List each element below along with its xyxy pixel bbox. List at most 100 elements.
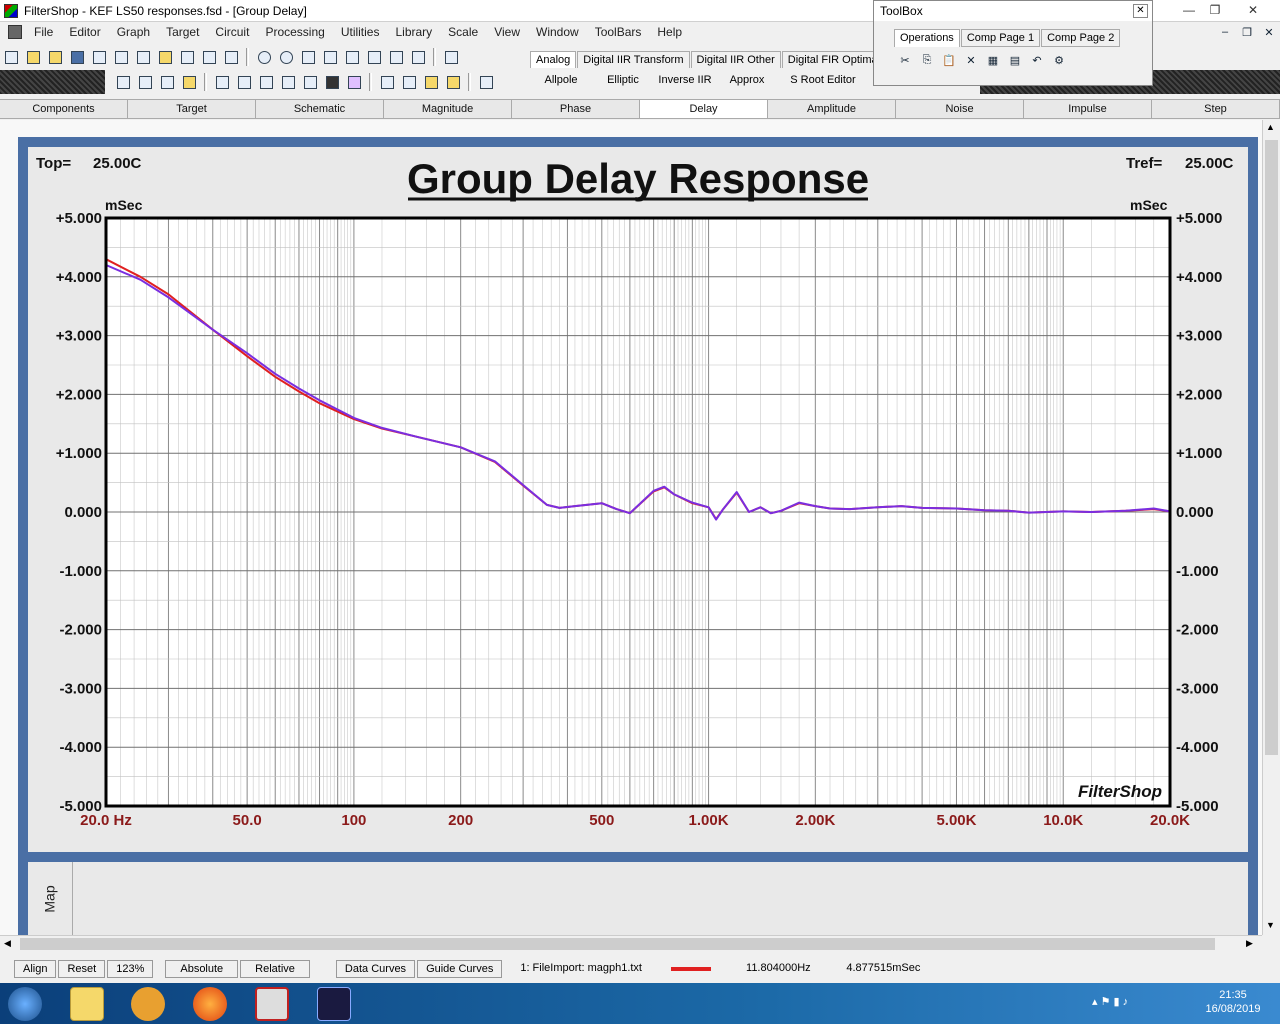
menu-window[interactable]: Window <box>528 25 587 39</box>
copy-icon[interactable]: ⎘ <box>917 51 937 69</box>
tab-digital-fir-optimal[interactable]: Digital FIR Optimal <box>781 51 887 68</box>
zoom-x-icon[interactable] <box>298 48 318 66</box>
tab-schematic[interactable]: Schematic <box>256 100 384 118</box>
component-icon[interactable] <box>377 73 397 91</box>
zoom-out-icon[interactable] <box>276 48 296 66</box>
new-file-icon[interactable] <box>1 48 21 66</box>
zoom-in-icon[interactable] <box>254 48 274 66</box>
tab-impulse[interactable]: Impulse <box>1024 100 1152 118</box>
tab-comp-page-2[interactable]: Comp Page 2 <box>1041 29 1121 47</box>
zoom-y-icon[interactable] <box>320 48 340 66</box>
tab-components[interactable]: Components <box>0 100 128 118</box>
graduation-cap-icon[interactable] <box>322 73 342 91</box>
grid-icon[interactable]: ▦ <box>983 51 1003 69</box>
vertical-scroll-thumb[interactable] <box>1265 140 1278 755</box>
tab-magnitude[interactable]: Magnitude <box>384 100 512 118</box>
palette-icon[interactable] <box>179 73 199 91</box>
calculator-icon[interactable] <box>441 48 461 66</box>
ccleaner-icon[interactable] <box>255 987 289 1021</box>
vertical-scrollbar[interactable]: ▲ ▼ <box>1262 120 1280 935</box>
open-folder-icon[interactable] <box>45 48 65 66</box>
scroll-right-icon[interactable]: ▶ <box>1246 938 1253 949</box>
menu-scale[interactable]: Scale <box>440 25 486 39</box>
mdi-close-button[interactable]: ✕ <box>1259 23 1279 41</box>
filter-approx[interactable]: Approx <box>716 74 778 86</box>
menu-target[interactable]: Target <box>158 25 207 39</box>
tab-target[interactable]: Target <box>128 100 256 118</box>
menu-processing[interactable]: Processing <box>257 25 332 39</box>
reset-button[interactable]: Reset <box>58 960 106 978</box>
menu-toolbars[interactable]: ToolBars <box>587 25 650 39</box>
menu-utilities[interactable]: Utilities <box>333 25 388 39</box>
sun-icon[interactable] <box>443 73 463 91</box>
toolbox-close-icon[interactable]: ✕ <box>1133 4 1148 18</box>
tab-analog[interactable]: Analog <box>530 51 577 68</box>
filtershop-taskbar-icon[interactable] <box>317 987 351 1021</box>
calculator-icon[interactable] <box>476 73 496 91</box>
scroll-down-icon[interactable]: ▼ <box>1266 920 1275 930</box>
menu-view[interactable]: View <box>486 25 528 39</box>
maximize-button[interactable]: ❐ <box>1202 2 1228 18</box>
print-preview-icon[interactable] <box>221 48 241 66</box>
mdi-restore-button[interactable]: ❐ <box>1237 23 1257 41</box>
cut-icon[interactable]: ✂ <box>895 51 915 69</box>
tab-digital-iir-other[interactable]: Digital IIR Other <box>690 51 781 68</box>
save-icon[interactable] <box>67 48 87 66</box>
filter-allpole[interactable]: Allpole <box>530 74 592 86</box>
clock[interactable]: 21:35 16/08/2019 <box>1200 989 1266 1015</box>
file-explorer-icon[interactable] <box>70 987 104 1021</box>
folder-icon[interactable] <box>155 48 175 66</box>
horizontal-scrollbar[interactable]: ◀ ▶ <box>0 935 1262 952</box>
filter-s-root-editor[interactable]: S Root Editor <box>778 74 868 86</box>
undo-icon[interactable]: ↶ <box>1027 51 1047 69</box>
menu-help[interactable]: Help <box>649 25 690 39</box>
scroll-left-icon[interactable]: ◀ <box>4 938 11 949</box>
wave-icon[interactable] <box>212 73 232 91</box>
star-icon[interactable] <box>421 73 441 91</box>
tab-amplitude[interactable]: Amplitude <box>768 100 896 118</box>
map-panel[interactable] <box>28 862 1248 937</box>
export-icon[interactable] <box>133 48 153 66</box>
grid-toggle-icon[interactable] <box>386 48 406 66</box>
tab-comp-page-1[interactable]: Comp Page 1 <box>960 29 1041 47</box>
tab-step[interactable]: Step <box>1152 100 1280 118</box>
exit-icon[interactable] <box>344 73 364 91</box>
menu-library[interactable]: Library <box>387 25 440 39</box>
layout-icon[interactable] <box>399 73 419 91</box>
graph-window-icon[interactable] <box>113 73 133 91</box>
settings-icon[interactable]: ⚙ <box>1049 51 1069 69</box>
menu-graph[interactable]: Graph <box>109 25 158 39</box>
firefox-icon[interactable] <box>193 987 227 1021</box>
tab-digital-iir-transform[interactable]: Digital IIR Transform <box>577 51 690 68</box>
mdi-minimize-button[interactable]: – <box>1215 23 1235 41</box>
relative-button[interactable]: Relative <box>240 960 310 978</box>
save-graph-icon[interactable] <box>177 48 197 66</box>
tab-delay[interactable]: Delay <box>640 100 768 118</box>
align-button[interactable]: Align <box>14 960 57 978</box>
properties-icon[interactable]: ▤ <box>1005 51 1025 69</box>
import-icon[interactable] <box>111 48 131 66</box>
menu-file[interactable]: File <box>26 25 61 39</box>
absolute-button[interactable]: Absolute <box>165 960 239 978</box>
tab-phase[interactable]: Phase <box>512 100 640 118</box>
paste-icon[interactable]: 📋 <box>939 51 959 69</box>
guide-curves-button[interactable]: Guide Curves <box>417 960 503 978</box>
minimize-button[interactable]: — <box>1176 2 1202 18</box>
data-curves-button[interactable]: Data Curves <box>335 960 416 978</box>
filter-inverse-iir[interactable]: Inverse IIR <box>654 74 716 86</box>
filter-elliptic[interactable]: Elliptic <box>592 74 654 86</box>
tab-noise[interactable]: Noise <box>896 100 1024 118</box>
tray-icons[interactable]: ▴ ⚑ ▮ ♪ <box>1092 995 1128 1008</box>
zoom-region-icon[interactable] <box>364 48 384 66</box>
zoom-fit-icon[interactable] <box>342 48 362 66</box>
phase-plot-icon[interactable] <box>157 73 177 91</box>
filter-icon[interactable] <box>256 73 276 91</box>
group-delay-chart[interactable]: Top= 25.00C Tref= 25.00C Group Delay Res… <box>28 147 1248 852</box>
media-player-icon[interactable] <box>131 987 165 1021</box>
response-icon[interactable] <box>278 73 298 91</box>
menu-editor[interactable]: Editor <box>61 25 108 39</box>
scroll-up-icon[interactable]: ▲ <box>1266 122 1275 132</box>
save-as-icon[interactable] <box>89 48 109 66</box>
spectrum-icon[interactable] <box>234 73 254 91</box>
grid-fine-icon[interactable] <box>408 48 428 66</box>
